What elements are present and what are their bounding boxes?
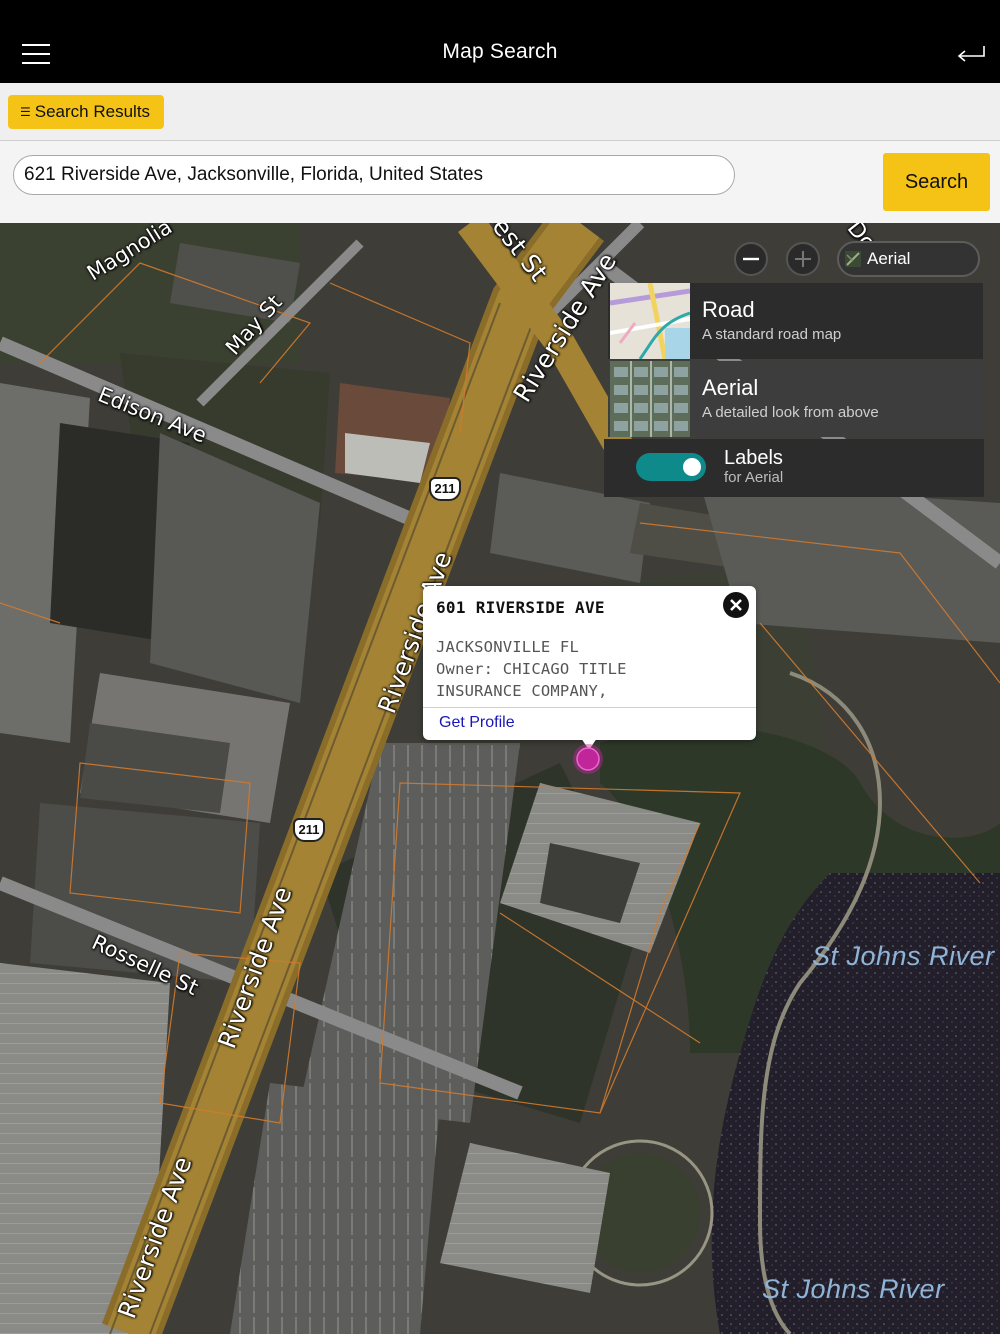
close-card-button[interactable]	[723, 592, 749, 618]
list-icon: ☰	[20, 105, 31, 119]
search-results-label: Search Results	[34, 102, 151, 121]
river-label: St Johns River	[762, 1274, 945, 1304]
location-pin-icon[interactable]	[572, 743, 604, 775]
property-info-card: 601 RIVERSIDE AVE JACKSONVILLE FL Owner:…	[423, 586, 756, 750]
aerial-option-title: Aerial	[702, 375, 759, 400]
labels-toggle-title: Labels	[724, 447, 783, 469]
aerial-map[interactable]: Magnolia May St Edison Ave Riverside Ave…	[0, 223, 1000, 1334]
labels-toggle-switch[interactable]	[636, 453, 706, 481]
river-label: St Johns River	[812, 941, 995, 971]
route-211-shield: 211	[293, 818, 325, 842]
results-toolbar: ☰ Search Results	[0, 83, 1000, 141]
search-button[interactable]: Search	[883, 153, 990, 211]
property-address-title: 601 RIVERSIDE AVE	[436, 598, 605, 617]
app-header: Map Search	[0, 0, 1000, 83]
return-arrow-icon[interactable]	[954, 40, 988, 70]
route-211-shield: 211	[429, 477, 461, 501]
property-owner-continued: INSURANCE COMPANY,	[436, 682, 608, 700]
get-profile-link[interactable]: Get Profile	[439, 714, 515, 732]
road-option-title: Road	[702, 297, 755, 322]
address-search-input[interactable]	[13, 155, 735, 195]
plus-icon	[795, 251, 811, 267]
road-option-subtitle: A standard road map	[702, 326, 842, 343]
property-city: JACKSONVILLE FL	[436, 638, 579, 656]
labels-toggle-row: Labels for Aerial	[604, 439, 984, 497]
page-title: Map Search	[442, 40, 558, 63]
map-style-aerial-option[interactable]: Aerial A detailed look from above	[608, 361, 983, 437]
map-style-selector[interactable]: Aerial	[837, 241, 980, 277]
toggle-knob	[683, 458, 701, 476]
zoom-in-button[interactable]	[786, 242, 820, 276]
map-style-road-option[interactable]: Road A standard road map	[608, 283, 983, 359]
card-divider	[423, 707, 756, 708]
property-owner: Owner: CHICAGO TITLE	[436, 660, 627, 678]
aerial-map-thumbnail	[610, 361, 690, 437]
zoom-out-button[interactable]	[734, 242, 768, 276]
labels-toggle-subtitle: for Aerial	[724, 469, 784, 486]
map-style-current: Aerial	[867, 249, 911, 268]
minus-icon	[743, 257, 759, 261]
search-results-button[interactable]: ☰ Search Results	[8, 95, 165, 129]
close-icon	[730, 599, 742, 611]
road-map-thumbnail	[610, 283, 690, 359]
aerial-option-subtitle: A detailed look from above	[702, 404, 879, 421]
search-bar: Search	[0, 141, 1000, 223]
aerial-thumb-icon	[845, 251, 861, 267]
